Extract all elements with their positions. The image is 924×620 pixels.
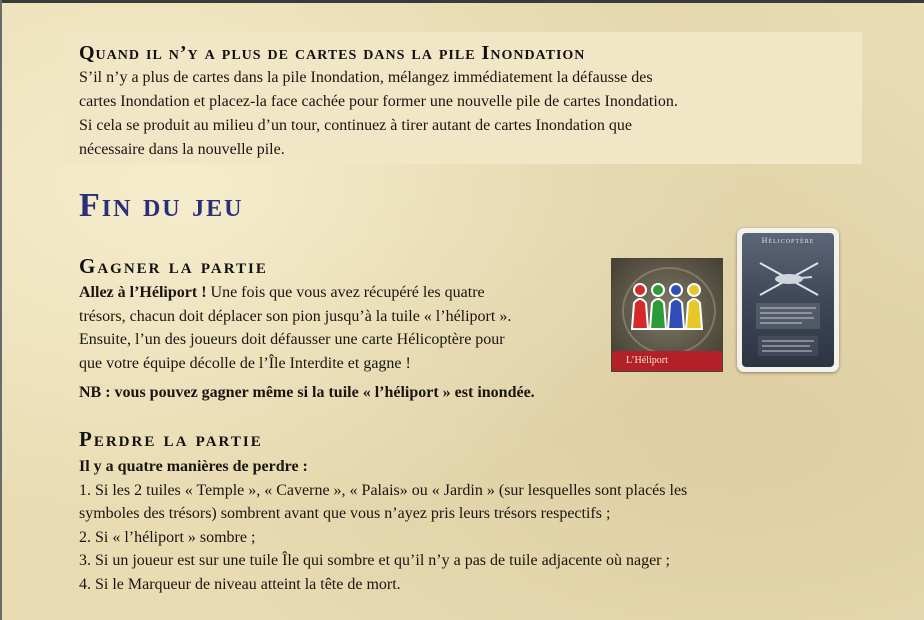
lose-heading: Perdre la partie <box>79 427 263 451</box>
win-line: Ensuite, l’un des joueurs doit défausser… <box>79 331 505 348</box>
pawn-icon <box>666 283 686 330</box>
empty-pile-title: Quand il n’y a plus de cartes dans la pi… <box>79 42 586 64</box>
pawn-icon <box>684 283 704 330</box>
win-line: trésors, chacun doit déplacer son pion j… <box>79 307 512 325</box>
empty-pile-line: Si cela se produit au milieu d’un tour, … <box>79 117 632 134</box>
win-paragraph: Allez à l’Héliport ! Une fois que vous a… <box>79 281 609 375</box>
end-of-game-heading: Fin du jeu <box>79 187 244 224</box>
empty-pile-line: nécessaire dans la nouvelle pile. <box>79 141 285 158</box>
lose-item: symboles des trésors) sombrent avant que… <box>79 505 611 522</box>
card-face: Hélicoptère <box>742 233 834 367</box>
win-line-1: Une fois que vous avez récupéré les quat… <box>206 284 485 301</box>
heliport-tile-image: L’Héliport <box>611 258 723 372</box>
helicopter-icon <box>756 262 820 356</box>
lose-item: 3. Si un joueur est sur une tuile Île qu… <box>79 552 670 569</box>
top-border <box>0 0 924 3</box>
lose-list: Il y a quatre manières de perdre : 1. Si… <box>79 455 869 596</box>
empty-pile-box: Quand il n’y a plus de cartes dans la pi… <box>64 32 862 164</box>
pawn-icon <box>630 283 704 330</box>
helicopter-card-image: Hélicoptère <box>737 228 839 372</box>
lose-item: 4. Si le Marqueur de niveau atteint la t… <box>79 575 401 593</box>
tile-label: L’Héliport <box>612 351 722 371</box>
lose-item: 1. Si les 2 tuiles « Temple », « Caverne… <box>79 481 688 499</box>
left-border <box>0 0 2 620</box>
lose-item: 2. Si « l’héliport » sombre ; <box>79 528 256 546</box>
nb-note: NB : vous pouvez gagner même si la tuile… <box>79 384 535 401</box>
win-lead: Allez à l’Héliport ! <box>79 284 207 301</box>
lose-intro: Il y a quatre manières de perdre : <box>79 458 308 475</box>
pawn-icon <box>630 283 650 330</box>
empty-pile-line: S’il n’y a plus de cartes dans la pile I… <box>79 69 653 86</box>
empty-pile-line: cartes Inondation et placez-la face cach… <box>79 93 678 110</box>
pawn-icon <box>648 283 668 330</box>
win-line: Allez à l’Héliport ! Une fois que vous a… <box>79 281 609 305</box>
win-heading: Gagner la partie <box>79 254 268 278</box>
win-line: que votre équipe décolle de l’Île Interd… <box>79 354 411 372</box>
